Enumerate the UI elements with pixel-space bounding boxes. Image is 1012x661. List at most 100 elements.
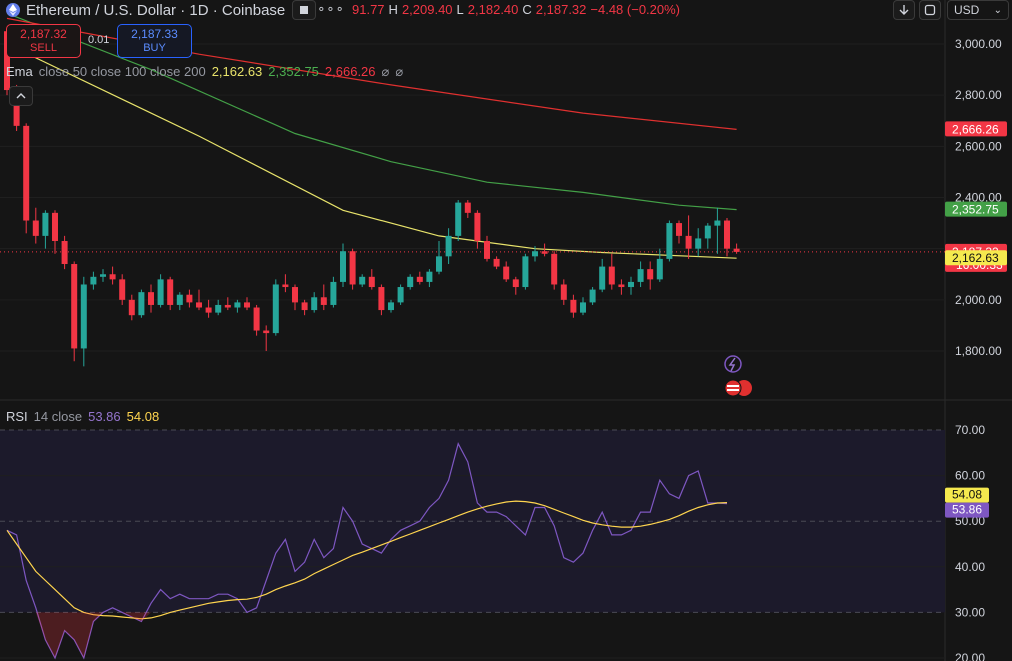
currency-select[interactable]: USD ⌄ xyxy=(947,0,1009,20)
low-label: L xyxy=(456,1,464,17)
close-value: 2,187.32 xyxy=(535,1,587,17)
rsi-oversold-fill xyxy=(7,612,727,658)
price-label-text: 2,162.63 xyxy=(952,251,999,265)
candle-body xyxy=(244,302,250,308)
candle-body xyxy=(80,284,87,349)
candle-body xyxy=(628,281,634,288)
candle-body xyxy=(397,287,404,303)
candle-body xyxy=(224,304,231,308)
candle-body xyxy=(666,223,673,259)
collapse-legend-button[interactable] xyxy=(9,86,33,106)
candle-body xyxy=(676,223,682,236)
candle-body xyxy=(493,258,500,267)
candle-body xyxy=(436,256,442,272)
price-tick-label: 3,000.00 xyxy=(955,37,1002,51)
candle-body xyxy=(119,279,126,300)
candle-body xyxy=(656,258,663,280)
candle-body xyxy=(349,251,356,285)
candle-body xyxy=(311,297,318,311)
candle-body xyxy=(733,248,740,252)
sell-price: 2,187.32 xyxy=(20,27,67,41)
candle-body xyxy=(570,299,577,313)
rsi-tick-label: 60.00 xyxy=(955,469,985,483)
rsi-tick-label: 30.00 xyxy=(955,605,985,619)
candle-body xyxy=(484,240,490,259)
buy-label: BUY xyxy=(143,42,166,54)
chevron-down-icon: ⌄ xyxy=(993,4,1002,16)
price-label-text: 2,352.75 xyxy=(952,203,999,217)
candle-body xyxy=(503,266,510,280)
candle-body xyxy=(637,269,644,282)
hide-icon[interactable]: ⌀ xyxy=(395,64,403,80)
rsi-params: 14 close xyxy=(33,409,83,424)
candle-body xyxy=(695,238,702,249)
candle-body xyxy=(157,279,164,305)
candle-body xyxy=(215,304,222,313)
candle-body xyxy=(272,284,279,334)
candle-body xyxy=(253,307,260,331)
chart-canvas[interactable]: 3,000.002,800.002,600.002,400.002,200.00… xyxy=(0,0,1012,661)
rsi-label-text: 53.86 xyxy=(952,503,982,517)
candle-body xyxy=(320,297,327,305)
buy-price: 2,187.33 xyxy=(131,27,178,41)
flag-stripe xyxy=(727,385,739,387)
candle-body xyxy=(407,276,414,288)
candle-body xyxy=(61,240,68,265)
ema50-value: 2,162.63 xyxy=(211,64,263,79)
candle-body xyxy=(541,251,548,254)
candle-body xyxy=(455,202,462,236)
candle-body xyxy=(100,274,106,277)
candle-body xyxy=(388,302,394,311)
price-tick-label: 2,000.00 xyxy=(955,293,1002,307)
candle-body xyxy=(340,251,346,282)
candle-body xyxy=(551,253,558,285)
candle-body xyxy=(148,292,154,305)
symbol-header[interactable]: Ethereum / U.S. Dollar · 1D · Coinbase xyxy=(0,0,285,20)
us-flag-icon xyxy=(724,379,742,397)
candle-body xyxy=(196,302,202,308)
high-label: H xyxy=(388,1,398,17)
candle-body xyxy=(378,287,385,311)
candle-body xyxy=(714,220,721,226)
candle-body xyxy=(167,279,174,305)
rsi-tick-label: 40.00 xyxy=(955,560,985,574)
candle-body xyxy=(138,292,145,316)
sell-label: SELL xyxy=(30,42,57,54)
rsi-label-text: 54.08 xyxy=(952,488,982,502)
candle-body xyxy=(32,220,39,236)
ema-legend[interactable]: Ema close 50 close 100 close 200 2,162.6… xyxy=(6,64,403,80)
candle-body xyxy=(474,212,481,241)
more-options-icon[interactable]: ∘∘∘ xyxy=(317,0,343,18)
hide-icon[interactable]: ⌀ xyxy=(382,64,390,80)
candle-body xyxy=(464,202,471,213)
close-label: C xyxy=(522,1,532,17)
candle-body xyxy=(560,284,567,300)
candle-body xyxy=(301,302,308,311)
rsi-name: RSI xyxy=(6,409,28,424)
candle-body xyxy=(42,212,49,236)
lightning-event-icon xyxy=(724,355,742,373)
candle-body xyxy=(724,220,730,249)
low-value: 2,182.40 xyxy=(467,1,519,17)
high-value: 2,209.40 xyxy=(401,1,453,17)
price-tick-label: 2,600.00 xyxy=(955,139,1002,153)
fullscreen-icon[interactable] xyxy=(919,0,941,20)
candle-body xyxy=(109,274,116,280)
candle-body xyxy=(234,302,241,308)
events-group xyxy=(724,355,752,397)
candle-body xyxy=(205,307,212,313)
ethereum-icon xyxy=(6,3,20,17)
sell-button[interactable]: 2,187.32 SELL xyxy=(6,24,81,58)
candle-body xyxy=(186,294,193,303)
candle-body xyxy=(685,235,692,249)
symbol-title[interactable]: Ethereum / U.S. Dollar · 1D · Coinbase xyxy=(26,2,285,19)
candle-body xyxy=(589,289,596,303)
buy-button[interactable]: 2,187.33 BUY xyxy=(117,24,192,58)
download-icon[interactable] xyxy=(893,0,915,20)
rsi-tick-label: 70.00 xyxy=(955,423,985,437)
flag-icon[interactable] xyxy=(292,0,316,20)
ema200-value: 2,666.26 xyxy=(324,64,376,79)
rsi-legend[interactable]: RSI 14 close 53.86 54.08 xyxy=(6,409,159,424)
rsi-tick-label: 20.00 xyxy=(955,651,985,661)
candle-body xyxy=(52,212,58,241)
